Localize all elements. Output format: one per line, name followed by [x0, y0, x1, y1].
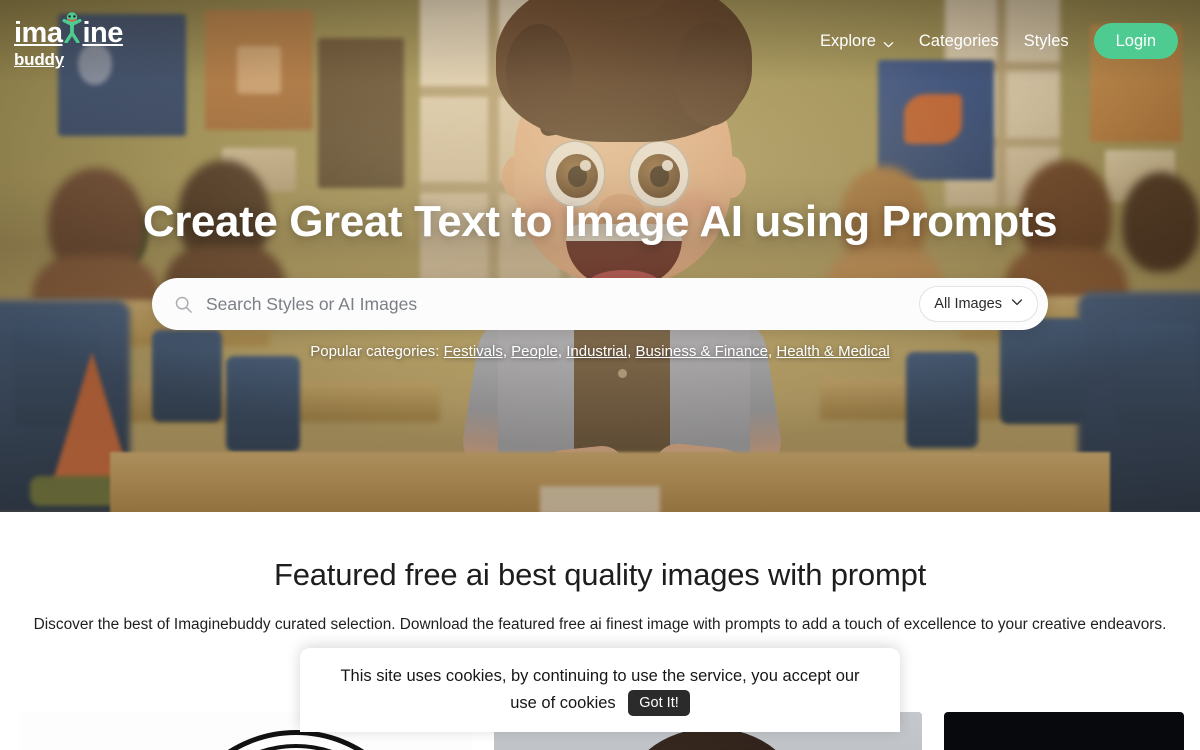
logo-subtext: buddy [14, 50, 64, 69]
site-header: ima ine buddy Explore Categories Styles … [0, 0, 1200, 82]
nav-item-styles[interactable]: Styles [1024, 32, 1069, 51]
popular-categories-label: Popular categories: [310, 343, 440, 360]
nav-explore-label: Explore [819, 31, 876, 50]
nav-item-explore[interactable]: Explore [820, 32, 894, 51]
category-link-health-medical[interactable]: Health & Medical [776, 343, 889, 360]
list-separator: , [557, 343, 567, 360]
popular-categories-list: Festivals, People, Industrial, Business … [444, 343, 890, 360]
search-input[interactable] [193, 293, 920, 315]
cookie-accept-button[interactable]: Got It! [628, 689, 690, 716]
search-bar[interactable]: All Images [152, 278, 1048, 330]
cookie-message-wrap: This site uses cookies, by continuing to… [334, 663, 866, 716]
category-link-people[interactable]: People [511, 343, 558, 360]
logo-text-part2: ine [82, 17, 123, 49]
logo-imaginebuddy[interactable]: ima ine buddy [14, 12, 123, 69]
logo-text-part1: ima [14, 17, 63, 49]
featured-card-dark[interactable] [944, 712, 1184, 750]
cookie-consent-banner: This site uses cookies, by continuing to… [300, 648, 900, 732]
nav-item-categories[interactable]: Categories [919, 32, 999, 51]
category-link-business-finance[interactable]: Business & Finance [635, 343, 768, 360]
category-link-industrial[interactable]: Industrial [566, 343, 627, 360]
page-title: Create Great Text to Image AI using Prom… [142, 197, 1058, 246]
chevron-down-icon [883, 36, 894, 47]
popular-categories: Popular categories: Festivals, People, I… [0, 343, 1200, 360]
logo-wordmark: ima ine [14, 12, 123, 49]
chevron-down-icon [1011, 296, 1023, 312]
page-root: ima ine buddy Explore Categories Styles … [0, 0, 1200, 750]
login-button[interactable]: Login [1093, 22, 1178, 60]
featured-description: Discover the best of Imaginebuddy curate… [33, 616, 1167, 633]
featured-heading: Featured free ai best quality images wit… [273, 557, 927, 592]
category-link-festivals[interactable]: Festivals [444, 343, 503, 360]
image-type-filter-label: All Images [934, 296, 1002, 312]
main-nav: Explore Categories Styles Login [820, 22, 1178, 60]
list-separator: , [502, 343, 512, 360]
featured-section: Featured free ai best quality images wit… [0, 512, 1200, 750]
cookie-message: This site uses cookies, by continuing to… [340, 667, 860, 712]
mascot-g-icon [62, 12, 82, 43]
search-icon [174, 295, 193, 314]
image-type-filter-dropdown[interactable]: All Images [919, 286, 1038, 322]
